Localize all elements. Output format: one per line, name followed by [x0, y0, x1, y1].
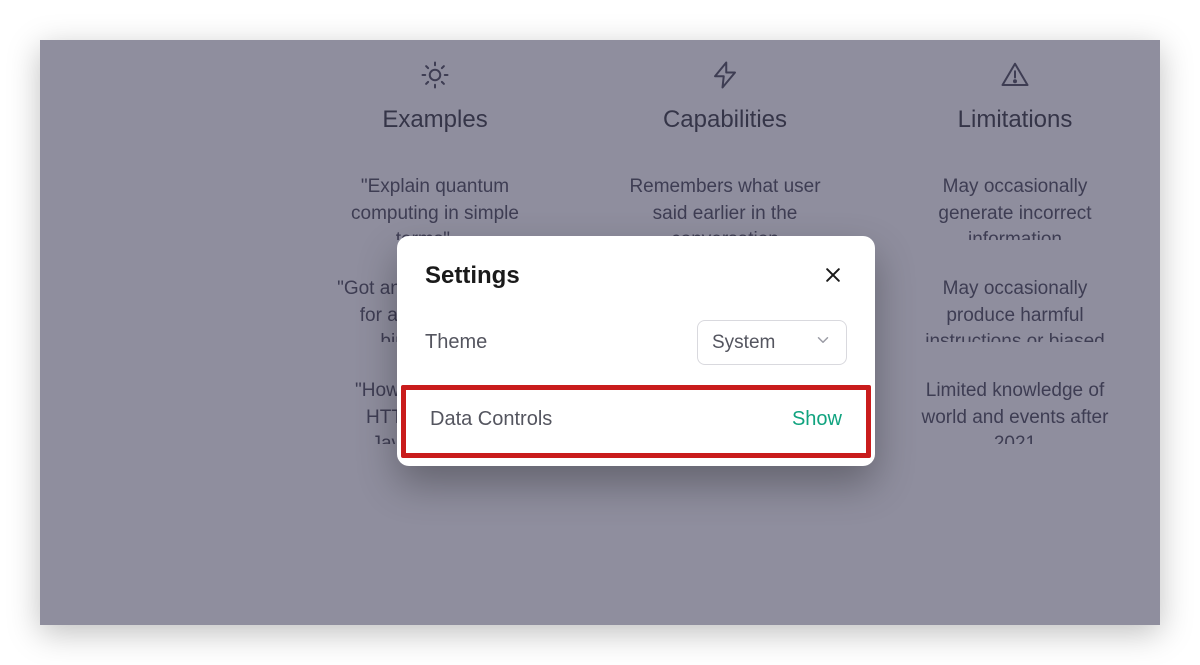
data-controls-label: Data Controls	[430, 408, 552, 431]
theme-label: Theme	[425, 331, 487, 354]
settings-title: Settings	[425, 262, 520, 290]
settings-modal: Settings Theme System Da	[397, 236, 875, 466]
theme-value: System	[712, 332, 775, 354]
close-icon	[823, 265, 843, 288]
close-button[interactable]	[819, 262, 847, 290]
theme-select[interactable]: System	[697, 320, 847, 365]
app-frame: Examples "Explain quantum computing in s…	[40, 40, 1160, 625]
chevron-down-icon	[814, 331, 832, 354]
data-controls-row: Data Controls Show	[401, 385, 871, 458]
data-controls-show-button[interactable]: Show	[792, 408, 842, 431]
